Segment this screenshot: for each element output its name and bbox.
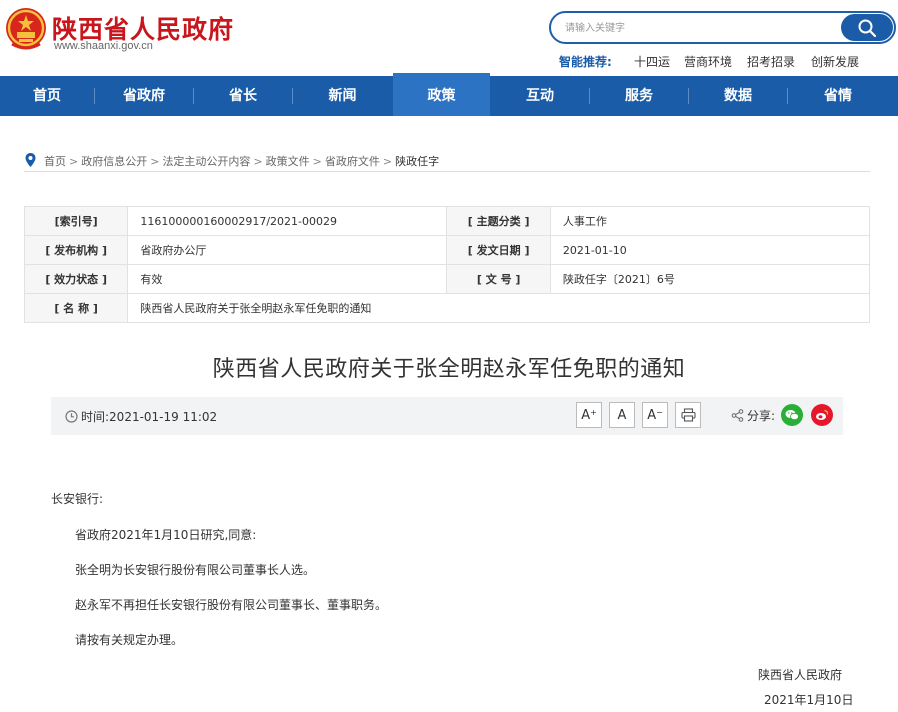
- site-url: www.shaanxi.gov.cn: [54, 40, 153, 52]
- hot-item-innovation[interactable]: 创新发展: [811, 53, 859, 70]
- font-increase-button[interactable]: A +: [576, 402, 602, 428]
- site-header: 陕西省人民政府 www.shaanxi.gov.cn 智能推荐: 十四运 营商环…: [0, 0, 898, 76]
- nav-province-info[interactable]: 省情: [788, 76, 888, 116]
- info-row: [ 名 称 ] 陕西省人民政府关于张全明赵永军任免职的通知: [23, 293, 870, 323]
- nav-services[interactable]: 服务: [590, 76, 688, 116]
- printer-icon: [680, 408, 696, 422]
- search-box: [549, 11, 896, 44]
- font-decrease-button[interactable]: A −: [642, 402, 668, 428]
- nav-data[interactable]: 数据: [689, 76, 787, 116]
- info-row: [索引号] 116100000160002917/2021-00029 [ 主题…: [23, 206, 871, 236]
- topic-value: 人事工作: [549, 206, 871, 236]
- location-pin-icon: [25, 153, 36, 167]
- salutation: 长安银行:: [51, 492, 104, 506]
- issuer-value: 省政府办公厅: [127, 235, 448, 265]
- breadcrumb-home[interactable]: 首页: [44, 155, 66, 168]
- clock-icon: [65, 410, 78, 423]
- status-value: 有效: [127, 264, 448, 294]
- hot-item-recruitment[interactable]: 招考招录: [747, 53, 795, 70]
- publish-time: 时间: 2021-01-19 11:02: [65, 408, 217, 425]
- nav-news[interactable]: 新闻: [293, 76, 392, 116]
- nav-interaction[interactable]: 互动: [491, 76, 589, 116]
- article-title: 陕西省人民政府关于张全明赵永军任免职的通知: [212, 357, 686, 382]
- share-label: 分享:: [747, 409, 776, 423]
- nav-governor[interactable]: 省长: [194, 76, 292, 116]
- paragraph-4: 请按有关规定办理。: [75, 633, 184, 647]
- hot-recommend-label: 智能推荐:: [559, 55, 612, 69]
- status-label: [ 效力状态 ]: [23, 264, 129, 294]
- search-input[interactable]: [565, 19, 825, 37]
- font-decrease-label: A: [647, 407, 657, 423]
- signature: 陕西省人民政府: [758, 668, 843, 682]
- hot-item-shisiyun[interactable]: 十四运: [634, 53, 670, 70]
- date-value: 2021-01-10: [549, 235, 871, 265]
- breadcrumb-gov-docs[interactable]: 省政府文件: [325, 155, 380, 168]
- info-row: [ 效力状态 ] 有效 [ 文 号 ] 陕政任字〔2021〕6号: [23, 264, 871, 294]
- nav-home[interactable]: 首页: [0, 76, 94, 116]
- docno-label: [ 文 号 ]: [446, 264, 551, 294]
- search-button[interactable]: [841, 14, 893, 41]
- breadcrumb-statutory[interactable]: 法定主动公开内容: [162, 155, 250, 168]
- wechat-icon: [785, 410, 799, 421]
- time-value: 2021-01-19 11:02: [109, 409, 218, 424]
- share-area: 分享:: [731, 407, 775, 424]
- breadcrumb-gov-info[interactable]: 政府信息公开: [81, 155, 147, 168]
- issuer-label: [ 发布机构 ]: [23, 235, 129, 265]
- breadcrumb-policy-docs[interactable]: 政策文件: [266, 155, 310, 168]
- breadcrumb-separator: >: [69, 155, 79, 168]
- info-row: [ 发布机构 ] 省政府办公厅 [ 发文日期 ] 2021-01-10: [23, 235, 871, 265]
- breadcrumb-separator: >: [382, 155, 393, 168]
- share-wechat-button[interactable]: [781, 404, 803, 426]
- document-info-table: [索引号] 116100000160002917/2021-00029 [ 主题…: [23, 206, 871, 323]
- docno-value: 陕政任字〔2021〕6号: [549, 264, 871, 294]
- date-label: [ 发文日期 ]: [446, 235, 551, 265]
- breadcrumb-current[interactable]: 陕政任字: [395, 155, 439, 168]
- time-label: 时间:: [81, 410, 110, 424]
- font-increase-label: A: [581, 407, 591, 423]
- share-icon: [731, 409, 744, 422]
- plus-icon: +: [590, 407, 597, 417]
- nav-policy[interactable]: 政策: [393, 73, 490, 116]
- font-reset-label: A: [617, 407, 627, 423]
- font-reset-button[interactable]: A: [609, 402, 635, 428]
- paragraph-3: 赵永军不再担任长安银行股份有限公司董事长、董事职务。: [75, 598, 388, 612]
- nav-provincial-gov[interactable]: 省政府: [95, 76, 193, 116]
- search-icon: [858, 19, 877, 37]
- topic-label: [ 主题分类 ]: [446, 206, 551, 236]
- paragraph-2: 张全明为长安银行股份有限公司董事长人选。: [75, 563, 316, 577]
- paragraph-1: 省政府2021年1月10日研究,同意:: [75, 528, 257, 542]
- index-label: [索引号]: [23, 206, 129, 236]
- name-label: [ 名 称 ]: [23, 293, 129, 323]
- name-value: 陕西省人民政府关于张全明赵永军任免职的通知: [127, 293, 870, 323]
- main-nav: 首页 省政府 省长 新闻 政策 互动 服务 数据 省情: [0, 73, 898, 116]
- national-emblem-icon: [6, 8, 46, 50]
- hot-item-business-env[interactable]: 营商环境: [684, 53, 732, 70]
- index-value: 116100000160002917/2021-00029: [127, 206, 448, 236]
- print-button[interactable]: [675, 402, 701, 428]
- breadcrumb-separator: >: [150, 155, 160, 168]
- minus-icon: −: [656, 407, 663, 417]
- weibo-icon: [816, 409, 829, 420]
- share-weibo-button[interactable]: [811, 404, 833, 426]
- breadcrumb-separator: >: [312, 155, 322, 168]
- breadcrumb-separator: >: [253, 155, 263, 168]
- breadcrumb: 首页 > 政府信息公开 > 法定主动公开内容 > 政策文件 > 省政府文件 > 陕政任字: [24, 150, 870, 172]
- article-toolbar: 时间: 2021-01-19 11:02 A + A A − 分享:: [51, 397, 843, 435]
- breadcrumb-trail: 首页 > 政府信息公开 > 法定主动公开内容 > 政策文件 > 省政府文件 > 陕政任字: [44, 153, 439, 169]
- sign-date: 2021年1月10日: [764, 693, 854, 707]
